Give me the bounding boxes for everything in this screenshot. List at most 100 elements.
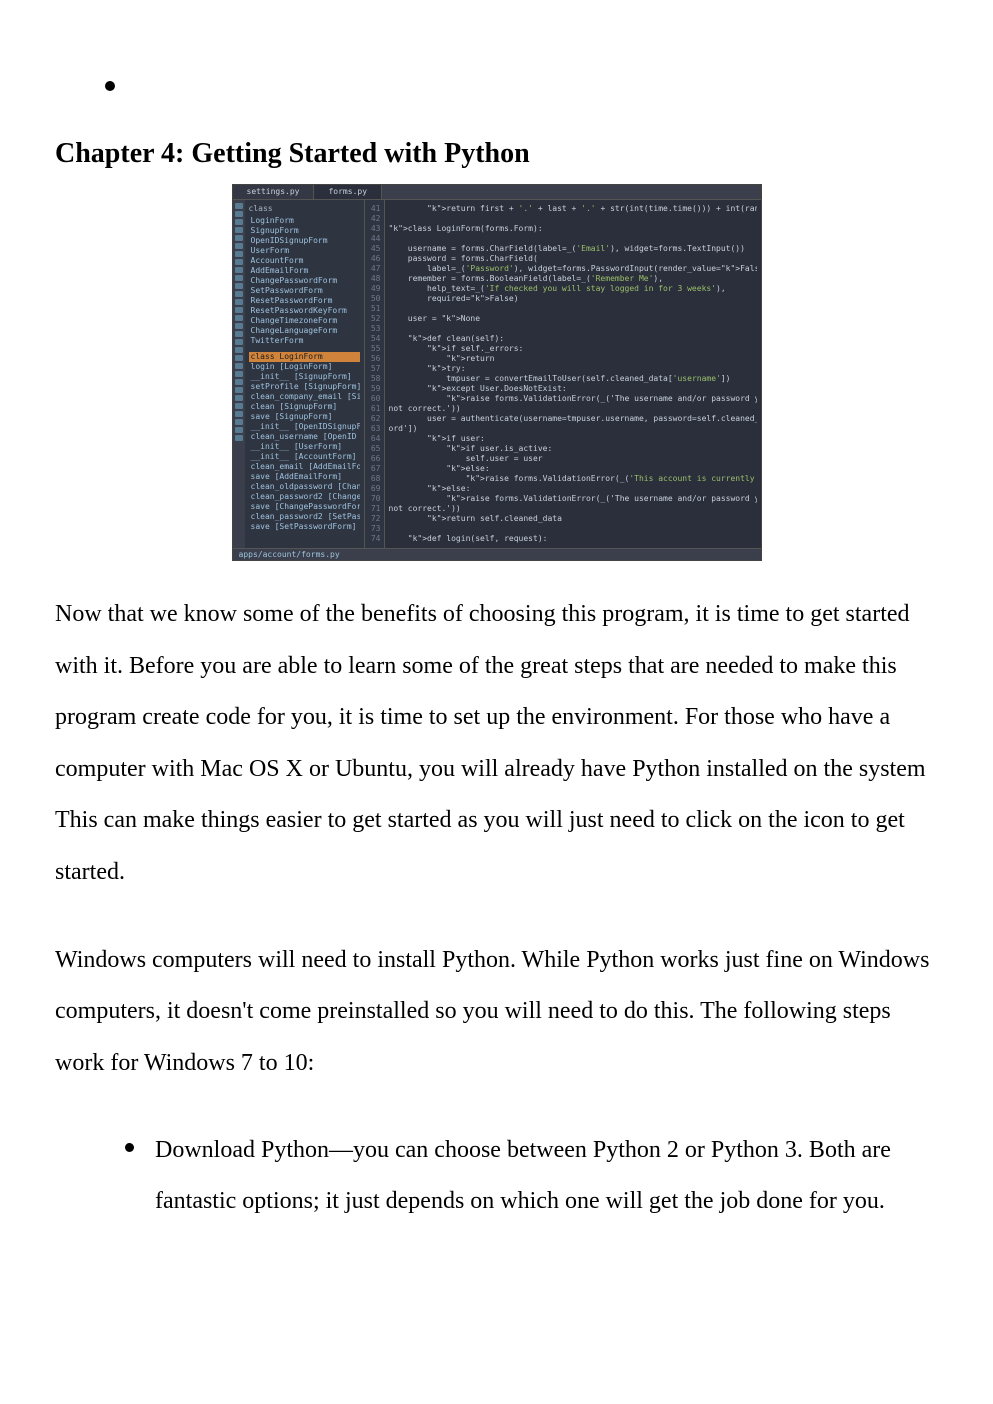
editor-body: class LoginFormSignupFormOpenIDSignupFor…	[233, 200, 761, 548]
sidebar-item[interactable]: ChangePasswordForm	[249, 276, 360, 286]
gutter-mark-icon	[235, 299, 243, 305]
sidebar-item-selected[interactable]: class LoginForm	[249, 352, 360, 362]
sidebar-item[interactable]: AddEmailForm	[249, 266, 360, 276]
code-line: label=_('Password'), widget=forms.Passwo…	[389, 264, 757, 274]
leading-bullet-row	[105, 70, 938, 98]
document-page: Chapter 4: Getting Started with Python s…	[0, 0, 993, 1404]
sidebar-item[interactable]: save [SignupForm]	[249, 412, 360, 422]
code-editor-figure: settings.py forms.py	[232, 184, 762, 561]
code-line: username = forms.CharField(label=_('Emai…	[389, 244, 757, 254]
gutter-mark-icon	[235, 435, 243, 441]
code-line: "k">class LoginForm(forms.Form):	[389, 224, 757, 234]
editor-tab[interactable]: settings.py	[233, 185, 315, 199]
sidebar-item[interactable]: OpenIDSignupForm	[249, 236, 360, 246]
gutter-mark-icon	[235, 211, 243, 217]
code-line: "k">raise forms.ValidationError(_('This …	[389, 474, 757, 484]
sidebar-item[interactable]: ChangeTimezoneForm	[249, 316, 360, 326]
sidebar-item[interactable]: SignupForm	[249, 226, 360, 236]
editor-gutter	[233, 200, 245, 548]
gutter-mark-icon	[235, 339, 243, 345]
code-line: not correct.'))	[389, 504, 757, 514]
sidebar-item[interactable]: ResetPasswordKeyForm	[249, 306, 360, 316]
list-item-text: Download Python—you can choose between P…	[155, 1137, 891, 1213]
gutter-mark-icon	[235, 411, 243, 417]
gutter-mark-icon	[235, 259, 243, 265]
sidebar-item[interactable]: SetPasswordForm	[249, 286, 360, 296]
code-area[interactable]: "k">return first + '.' + last + '.' + st…	[385, 200, 761, 548]
sidebar-item[interactable]: LoginForm	[249, 216, 360, 226]
code-line: user = authenticate(username=tmpuser.use…	[389, 414, 757, 424]
gutter-mark-icon	[235, 235, 243, 241]
sidebar-item[interactable]: clean_email [AddEmailFo	[249, 462, 360, 472]
code-line: "k">else:	[389, 464, 757, 474]
sidebar-item[interactable]: __init__ [OpenIDSignupF	[249, 422, 360, 432]
line-numbers: 4142434445464748495051525354555657585960…	[365, 200, 385, 548]
gutter-mark-icon	[235, 291, 243, 297]
code-line: "k">raise forms.ValidationError(_('The u…	[389, 494, 757, 504]
gutter-mark-icon	[235, 363, 243, 369]
bullet-icon	[105, 81, 115, 91]
sidebar-item[interactable]: clean_password2 [SetPas	[249, 512, 360, 522]
sidebar-item[interactable]: UserForm	[249, 246, 360, 256]
sidebar-item[interactable]: AccountForm	[249, 256, 360, 266]
gutter-mark-icon	[235, 251, 243, 257]
code-line: "k">raise forms.ValidationError(_('The u…	[389, 394, 757, 404]
sidebar-item[interactable]: __init__ [SignupForm]	[249, 372, 360, 382]
sidebar-item[interactable]: login [LoginForm]	[249, 362, 360, 372]
sidebar-item[interactable]: __init__ [AccountForm]	[249, 452, 360, 462]
gutter-mark-icon	[235, 387, 243, 393]
gutter-mark-icon	[235, 203, 243, 209]
sidebar-item[interactable]: clean_company_email [Si	[249, 392, 360, 402]
code-line: not correct.'))	[389, 404, 757, 414]
editor-tab-active[interactable]: forms.py	[314, 185, 382, 199]
sidebar-item[interactable]: TwitterForm	[249, 336, 360, 346]
code-line	[389, 524, 757, 534]
gutter-mark-icon	[235, 379, 243, 385]
sidebar-item[interactable]: __init__ [UserForm]	[249, 442, 360, 452]
list-item: Download Python—you can choose between P…	[125, 1125, 938, 1226]
sidebar-item[interactable]: clean [SignupForm]	[249, 402, 360, 412]
sidebar-item[interactable]: setProfile [SignupForm]	[249, 382, 360, 392]
code-line: help_text=_('If checked you will stay lo…	[389, 284, 757, 294]
code-line: "k">return first + '.' + last + '.' + st…	[389, 204, 757, 214]
gutter-mark-icon	[235, 307, 243, 313]
gutter-mark-icon	[235, 355, 243, 361]
editor-statusbar: apps/account/forms.py	[233, 548, 761, 560]
code-line: "k">else:	[389, 484, 757, 494]
symbol-sidebar[interactable]: class LoginFormSignupFormOpenIDSignupFor…	[245, 200, 365, 548]
gutter-mark-icon	[235, 219, 243, 225]
gutter-mark-icon	[235, 275, 243, 281]
gutter-mark-icon	[235, 243, 243, 249]
paragraph: Windows computers will need to install P…	[55, 935, 938, 1090]
code-line: "k">return	[389, 354, 757, 364]
code-line: password = forms.CharField(	[389, 254, 757, 264]
gutter-mark-icon	[235, 371, 243, 377]
gutter-mark-icon	[235, 419, 243, 425]
code-line: "k">return self.cleaned_data	[389, 514, 757, 524]
sidebar-item[interactable]: ChangeLanguageForm	[249, 326, 360, 336]
sidebar-item[interactable]: save [ChangePasswordFor	[249, 502, 360, 512]
sidebar-item[interactable]: clean_oldpassword [Chan	[249, 482, 360, 492]
code-line	[389, 214, 757, 224]
code-line: user = "k">None	[389, 314, 757, 324]
sidebar-item[interactable]: save [AddEmailForm]	[249, 472, 360, 482]
sidebar-item[interactable]: clean_password2 [Change	[249, 492, 360, 502]
paragraph: Now that we know some of the benefits of…	[55, 589, 938, 899]
sidebar-section-label: class	[249, 204, 360, 214]
sidebar-item[interactable]: ResetPasswordForm	[249, 296, 360, 306]
gutter-mark-icon	[235, 323, 243, 329]
code-line: "k">if user.is_active:	[389, 444, 757, 454]
gutter-mark-icon	[235, 315, 243, 321]
code-line: tmpuser = convertEmailToUser(self.cleane…	[389, 374, 757, 384]
code-line: "k">if self._errors:	[389, 344, 757, 354]
code-line: "k">try:	[389, 364, 757, 374]
gutter-mark-icon	[235, 427, 243, 433]
gutter-mark-icon	[235, 395, 243, 401]
code-line: "k">def login(self, request):	[389, 534, 757, 544]
sidebar-item[interactable]: save [SetPasswordForm]	[249, 522, 360, 532]
code-line: required="k">False)	[389, 294, 757, 304]
code-line: "k">if user:	[389, 434, 757, 444]
code-line: ord'])	[389, 424, 757, 434]
gutter-mark-icon	[235, 283, 243, 289]
sidebar-item[interactable]: clean_username [OpenID	[249, 432, 360, 442]
